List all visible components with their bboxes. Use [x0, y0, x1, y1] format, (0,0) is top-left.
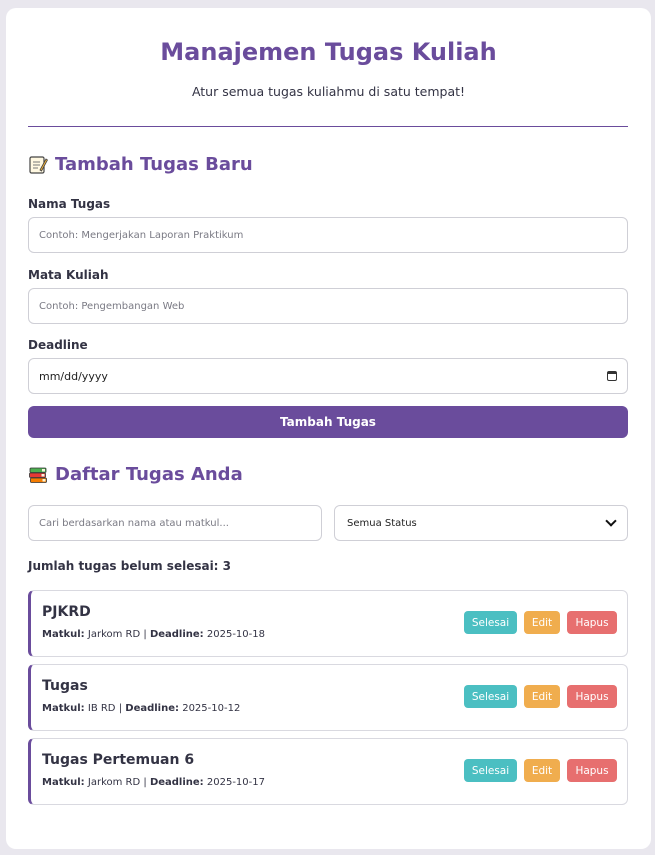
chevron-down-icon	[605, 515, 617, 527]
deadline-placeholder: mm/dd/yyyy	[39, 369, 108, 383]
add-section-title: Tambah Tugas Baru	[28, 154, 253, 175]
status-filter-value: Semua Status	[347, 517, 417, 529]
delete-button[interactable]: Hapus	[567, 759, 617, 782]
course-label: Mata Kuliah	[28, 268, 109, 282]
page-subtitle: Atur semua tugas kuliahmu di satu tempat…	[191, 84, 466, 99]
page-title: Manajemen Tugas Kuliah	[160, 38, 497, 66]
add-task-button[interactable]: Tambah Tugas	[28, 406, 628, 438]
done-button[interactable]: Selesai	[464, 759, 517, 782]
task-name-label: Nama Tugas	[28, 197, 111, 211]
task-title: PJKRD	[42, 604, 91, 620]
task-title: Tugas	[42, 678, 88, 694]
search-input[interactable]: Cari berdasarkan nama atau matkul...	[28, 505, 322, 541]
calendar-icon[interactable]	[607, 371, 617, 381]
deadline-input[interactable]: mm/dd/yyyy	[28, 358, 628, 394]
list-section-label: Daftar Tugas Anda	[55, 464, 243, 485]
pending-count: Jumlah tugas belum selesai: 3	[28, 559, 232, 573]
task-course: IB RD	[87, 703, 116, 714]
task-deadline: 2025-10-17	[206, 777, 265, 788]
task-name-input[interactable]: Contoh: Mengerjakan Laporan Praktikum	[28, 217, 628, 253]
edit-button[interactable]: Edit	[524, 685, 560, 708]
books-icon	[28, 465, 48, 485]
task-deadline: 2025-10-18	[206, 629, 265, 640]
task-name-placeholder: Contoh: Mengerjakan Laporan Praktikum	[39, 229, 244, 241]
course-input[interactable]: Contoh: Pengembangan Web	[28, 288, 628, 324]
edit-button[interactable]: Edit	[524, 611, 560, 634]
task-deadline: 2025-10-12	[182, 703, 241, 714]
course-placeholder: Contoh: Pengembangan Web	[39, 300, 185, 312]
task-course: Jarkom RD	[87, 629, 141, 640]
deadline-label: Deadline	[28, 338, 88, 352]
task-item: Tugas Matkul: IB RD | Deadline: 2025-10-…	[28, 664, 628, 731]
task-title: Tugas Pertemuan 6	[42, 752, 195, 768]
memo-icon	[28, 155, 49, 175]
done-button[interactable]: Selesai	[464, 685, 517, 708]
search-placeholder: Cari berdasarkan nama atau matkul...	[39, 517, 229, 529]
delete-button[interactable]: Hapus	[567, 611, 617, 634]
edit-button[interactable]: Edit	[524, 759, 560, 782]
header-divider	[28, 126, 628, 127]
task-meta: Matkul: Jarkom RD | Deadline: 2025-10-17	[42, 777, 265, 788]
task-item: Tugas Pertemuan 6 Matkul: Jarkom RD | De…	[28, 738, 628, 805]
main-card: Manajemen Tugas Kuliah Atur semua tugas …	[6, 8, 651, 849]
delete-button[interactable]: Hapus	[567, 685, 617, 708]
task-meta: Matkul: IB RD | Deadline: 2025-10-12	[42, 703, 241, 714]
done-button[interactable]: Selesai	[464, 611, 517, 634]
add-section-label: Tambah Tugas Baru	[55, 154, 253, 175]
list-section-title: Daftar Tugas Anda	[28, 464, 243, 485]
task-meta: Matkul: Jarkom RD | Deadline: 2025-10-18	[42, 629, 265, 640]
status-filter-select[interactable]: Semua Status	[334, 505, 628, 541]
task-course: Jarkom RD	[87, 777, 141, 788]
task-item: PJKRD Matkul: Jarkom RD | Deadline: 2025…	[28, 590, 628, 657]
